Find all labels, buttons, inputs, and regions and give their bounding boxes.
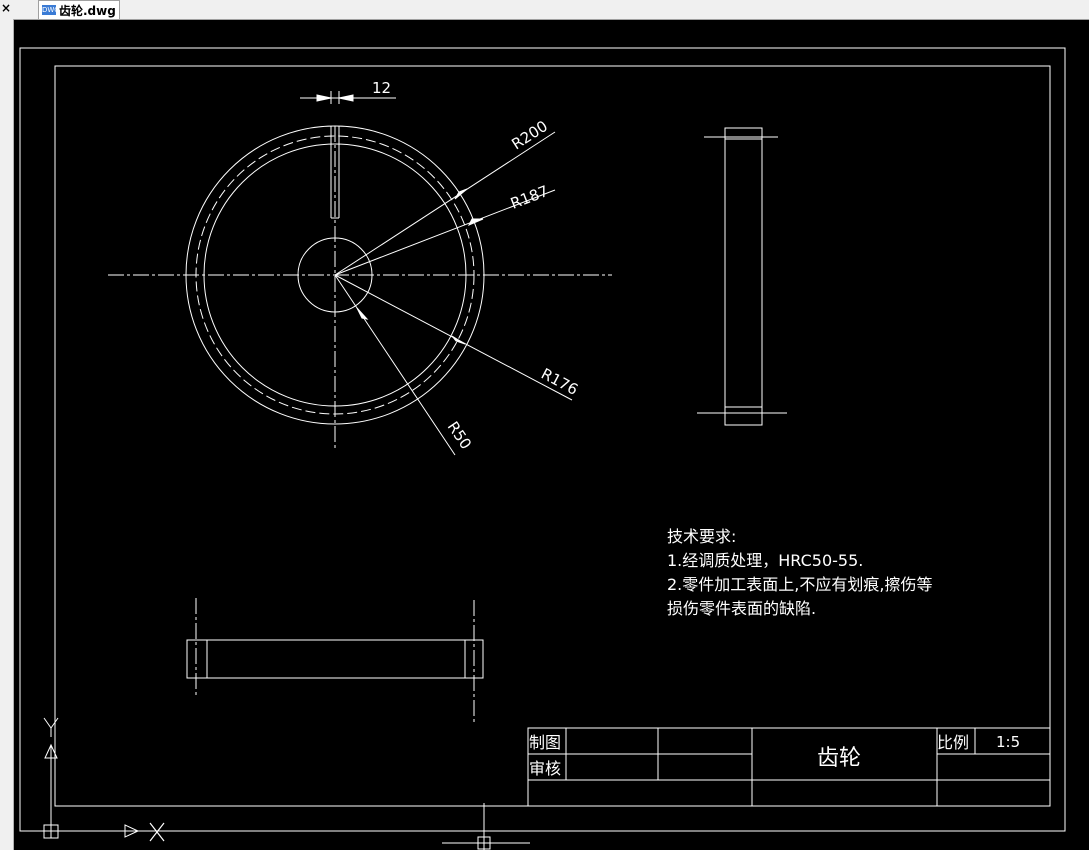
ucs-y-label: Y	[45, 734, 46, 736]
cursor-crosshair	[442, 803, 530, 850]
dim-r50-label: R50	[444, 418, 475, 453]
close-document-button[interactable]: ×	[0, 0, 12, 17]
title-block-scale-value: 1:5	[996, 733, 1020, 751]
gear-side-view	[697, 127, 787, 426]
dwg-file-icon: DWG	[42, 5, 60, 15]
title-block-scale-label: 比例	[937, 733, 969, 752]
title-block-reviewed-by: 审核	[529, 759, 561, 778]
radius-leaders	[334, 131, 573, 456]
tech-requirement-1: 1.经调质处理，HRC50-55.	[667, 551, 863, 570]
inner-frame	[54, 65, 1051, 807]
drawing-canvas[interactable]: 12 R200 R187 R176 R50 技术要求: 1.经调质处理，HRC5…	[14, 19, 1089, 850]
outer-frame	[19, 47, 1066, 832]
tech-requirements-title: 技术要求:	[667, 527, 736, 546]
document-tab[interactable]: DWG 齿轮.dwg	[38, 0, 120, 19]
document-tab-label: 齿轮.dwg	[59, 4, 116, 18]
ucs-icon	[43, 717, 140, 839]
title-block-part-name: 齿轮	[817, 746, 861, 771]
title-block-drawn-by: 制图	[529, 733, 561, 752]
dim-r187-label: R187	[508, 182, 551, 213]
document-tab-bar: × DWG 齿轮.dwg	[0, 0, 1089, 20]
gear-top-view	[186, 598, 484, 723]
gear-front-view	[108, 91, 612, 450]
dim-width-label: 12	[372, 79, 391, 97]
tech-requirement-3: 损伤零件表面的缺陷.	[667, 599, 816, 618]
left-toolbar-strip	[0, 19, 14, 850]
tech-requirement-2: 2.零件加工表面上,不应有划痕,擦伤等	[667, 575, 932, 594]
title-block	[527, 727, 1051, 807]
